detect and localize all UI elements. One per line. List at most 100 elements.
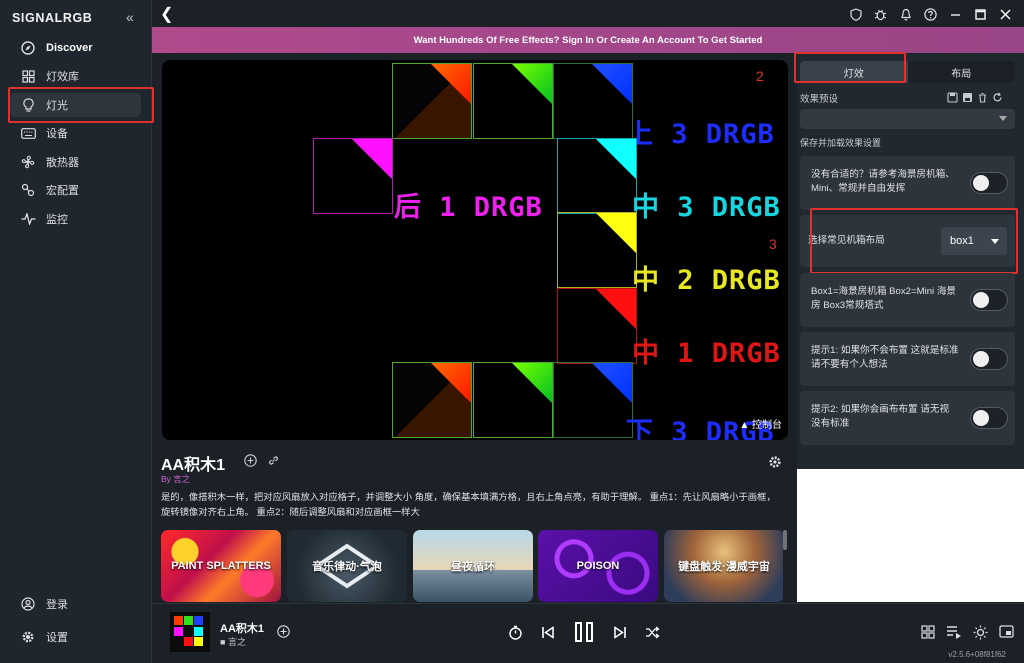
effect-card[interactable]: PAINT SPLATTERS <box>161 530 281 602</box>
effect-title: AA积木1 <box>161 457 226 474</box>
macro-icon <box>20 182 36 198</box>
close-icon[interactable] <box>993 5 1018 23</box>
player-bar: AA积木1 ■ 言之 v2.5.6+08f81f62 <box>152 603 1024 663</box>
annotation-box-3 <box>810 208 1018 274</box>
console-toggle[interactable]: ▲ 控制台 <box>739 416 782 431</box>
sidebar-item-discover[interactable]: Discover <box>10 36 141 60</box>
annotation-number-2: 2 <box>756 68 764 84</box>
layout-tile <box>392 63 472 139</box>
maximize-icon[interactable] <box>968 5 993 23</box>
bell-icon[interactable] <box>893 5 918 23</box>
sidebar-item-label: 宏配置 <box>46 185 79 197</box>
sidebar-item-login[interactable]: 登录 <box>10 592 141 616</box>
preview-label-top: 上 3 DRGB <box>626 119 775 150</box>
current-effect-thumbnail[interactable] <box>170 612 210 652</box>
save-icon[interactable] <box>947 90 958 108</box>
bug-icon[interactable] <box>868 5 893 23</box>
effect-card-label: PAINT SPLATTERS <box>171 560 271 572</box>
link-icon[interactable] <box>267 454 280 472</box>
option-text: 提示2: 如果你会画布布置 请无视 没有标准 <box>811 404 950 429</box>
layout-tile <box>557 288 637 364</box>
option-row: 提示2: 如果你会画布布置 请无视 没有标准 <box>800 391 1015 445</box>
preview-label-mid3: 中 3 DRGB <box>632 192 781 223</box>
sidebar-item-macros[interactable]: 宏配置 <box>10 178 141 202</box>
effect-card-label: 昼夜循环 <box>451 561 495 573</box>
option-toggle[interactable] <box>970 407 1008 429</box>
annotation-number-3: 3 <box>769 236 777 252</box>
delete-icon[interactable] <box>977 90 988 108</box>
sign-in-banner[interactable]: Want Hundreds Of Free Effects? Sign In O… <box>152 27 1024 53</box>
sidebar-item-monitor[interactable]: 监控 <box>10 207 141 231</box>
sidebar-item-library[interactable]: 灯效库 <box>10 64 141 88</box>
previous-icon[interactable] <box>541 625 555 644</box>
mini-player-icon[interactable] <box>999 625 1014 645</box>
preset-label: 效果预设 <box>800 94 839 105</box>
effect-card-label: 音乐律动·气泡 <box>312 561 382 573</box>
help-icon[interactable] <box>918 5 943 23</box>
chevron-down-icon <box>999 116 1007 121</box>
annotation-box-1 <box>8 87 154 123</box>
annotation-box-2 <box>794 52 906 83</box>
cards-scrollbar[interactable] <box>783 530 787 550</box>
option-toggle[interactable] <box>970 172 1008 194</box>
queue-icon[interactable] <box>946 625 962 645</box>
effect-preview-canvas[interactable]: 上 3 DRGB 后 1 DRGB 中 3 DRGB 中 2 DRGB 中 1 … <box>162 60 788 440</box>
tab-layout[interactable]: 布局 <box>908 61 1016 83</box>
back-icon[interactable]: ❮ <box>160 4 173 24</box>
option-text: Box1=海景房机箱 Box2=Mini 海景房 Box3常规塔式 <box>811 286 957 311</box>
keyboard-icon <box>20 125 36 141</box>
option-text: 提示1: 如果你不会布置 这就是标准 请不要有个人想法 <box>811 345 959 370</box>
title-bar: ❮ <box>152 0 1024 27</box>
effect-author[interactable]: By 言之 <box>161 473 190 485</box>
preview-label-rear: 后 1 DRGB <box>394 192 543 223</box>
effect-card[interactable]: 键盘触发·漫威宇宙 <box>664 530 783 602</box>
option-toggle[interactable] <box>970 289 1008 311</box>
sidebar-item-label: 设置 <box>46 632 68 644</box>
gear-icon <box>20 629 36 645</box>
save-as-icon[interactable] <box>962 90 973 108</box>
sidebar-item-label: 灯效库 <box>46 71 79 83</box>
option-row: 提示1: 如果你不会布置 这就是标准 请不要有个人想法 <box>800 332 1015 386</box>
effect-preset-select[interactable] <box>800 109 1015 129</box>
layout-tile <box>473 63 553 139</box>
effect-card[interactable]: POISON <box>538 530 658 602</box>
layout-tile <box>473 362 553 438</box>
sidebar-item-settings[interactable]: 设置 <box>10 625 141 649</box>
author-icon: ■ <box>220 637 226 647</box>
sidebar-item-label: Discover <box>46 42 93 54</box>
grid-view-icon[interactable] <box>921 625 935 645</box>
shuffle-icon[interactable] <box>645 625 660 644</box>
refresh-icon[interactable] <box>992 90 1003 108</box>
pulse-icon <box>20 211 36 227</box>
sidebar-item-label: 散热器 <box>46 157 79 169</box>
timer-icon[interactable] <box>508 625 523 645</box>
effect-card[interactable]: 昼夜循环 <box>413 530 533 602</box>
sidebar-item-label: 监控 <box>46 214 68 226</box>
layout-tile <box>557 212 637 288</box>
add-favorite-icon[interactable] <box>277 625 290 643</box>
pause-icon[interactable] <box>573 621 595 648</box>
effect-settings-gear-icon[interactable] <box>768 455 782 474</box>
shield-icon[interactable] <box>843 5 868 23</box>
preview-label-mid2: 中 2 DRGB <box>632 265 781 296</box>
effect-card-label: POISON <box>576 560 620 572</box>
layout-tile <box>553 362 633 438</box>
preview-label-mid1: 中 1 DRGB <box>632 338 781 369</box>
layout-tile <box>553 63 633 139</box>
option-toggle[interactable] <box>970 348 1008 370</box>
minimize-icon[interactable] <box>943 5 968 23</box>
user-icon <box>20 596 36 612</box>
layout-tile <box>313 138 393 214</box>
sidebar-item-devices[interactable]: 设备 <box>10 121 141 145</box>
grid-icon <box>20 68 36 84</box>
collapse-sidebar-icon[interactable]: « <box>126 9 134 25</box>
effect-card[interactable]: 音乐律动·气泡 <box>287 530 407 602</box>
add-icon[interactable] <box>244 454 257 472</box>
next-icon[interactable] <box>613 625 627 644</box>
sidebar-item-cooling[interactable]: 散热器 <box>10 150 141 174</box>
brightness-icon[interactable] <box>973 625 988 645</box>
author-name: 言之 <box>227 637 246 647</box>
option-row: 没有合适的？请参考海景房机箱、Mini、常规并自由发挥 <box>800 156 1015 210</box>
effect-card-label: 键盘触发·漫威宇宙 <box>678 561 770 573</box>
option-row: Box1=海景房机箱 Box2=Mini 海景房 Box3常规塔式 <box>800 273 1015 327</box>
